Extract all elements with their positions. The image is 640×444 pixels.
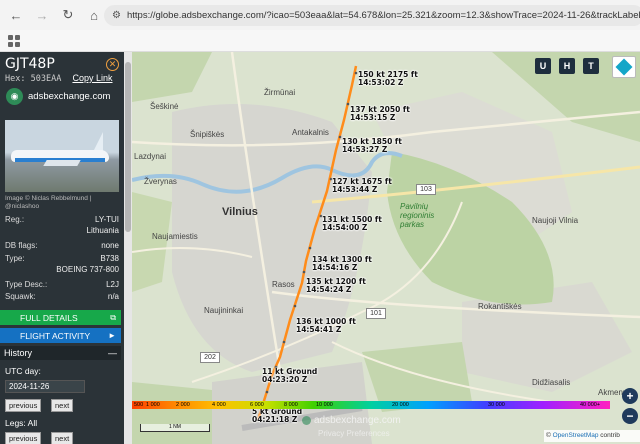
place-label: Naujininkai [204, 306, 244, 315]
track-label[interactable]: 130 kt 1850 ft 14:53:27 Z [342, 138, 402, 154]
detail-row: Reg.: LY-TUI [5, 215, 119, 224]
detail-row: Lithuania [86, 226, 119, 235]
url-text: https://globe.adsbexchange.com/?icao=503… [126, 10, 640, 21]
aircraft-photo[interactable] [5, 120, 119, 192]
full-details-button[interactable]: FULL DETAILS ⧉ [0, 310, 121, 325]
detail-row: Type: B738 [5, 254, 119, 263]
place-label: Rokantiškės [478, 302, 522, 311]
altitude-tick: 1 000 [146, 402, 160, 408]
brand-link[interactable]: adsbexchange.com [28, 91, 110, 102]
zoom-out-button[interactable]: − [622, 408, 638, 424]
map-canvas[interactable]: Žirmūnai Šeškinė Antakalnis Šnipiškės Žv… [132, 52, 640, 444]
photo-credit[interactable]: Image © Niclas Rebbelmund | @niclashoo [5, 195, 123, 211]
altitude-tick: 30 000 [488, 402, 505, 408]
next-day-button[interactable]: next [51, 399, 74, 412]
track-label[interactable]: 137 kt 2050 ft 14:53:15 Z [350, 106, 410, 122]
date-input[interactable]: 2024-11-26 [5, 380, 85, 393]
hex-label: Hex: [5, 74, 26, 84]
layers-button[interactable] [612, 56, 636, 78]
layers-icon [615, 58, 633, 76]
collapse-icon[interactable]: — [108, 346, 117, 360]
reload-icon[interactable]: ↻ [58, 5, 78, 25]
road-number: 202 [200, 352, 220, 363]
place-label: Naujamiestis [152, 232, 198, 241]
privacy-preferences-link[interactable]: Privacy Preferences [318, 429, 390, 438]
altitude-tick: 6 000 [250, 402, 264, 408]
callsign: GJT48P [5, 56, 55, 72]
detail-row: BOEING 737-800 [56, 265, 119, 274]
history-header[interactable]: History — [0, 346, 121, 360]
external-link-icon: ⧉ [110, 312, 116, 322]
adsbexchange-logo-icon[interactable]: ◉ [6, 88, 23, 105]
track-label[interactable]: 127 kt 1675 ft 14:53:44 Z [332, 178, 392, 194]
track-label[interactable]: 11 kt Ground 04:23:20 Z [262, 368, 317, 384]
track-label[interactable]: 131 kt 1500 ft 14:54:00 Z [322, 216, 382, 232]
altitude-tick: 10 000 [316, 402, 333, 408]
altitude-tick: 500 [134, 402, 144, 408]
place-label: Lazdynai [134, 152, 167, 161]
forward-icon[interactable]: → [32, 5, 52, 25]
next-leg-button[interactable]: next [51, 432, 74, 444]
home-icon[interactable]: ⌂ [84, 5, 104, 25]
site-info-icon[interactable]: ⚙ [112, 10, 121, 21]
track-label[interactable]: 135 kt 1200 ft 14:54:24 Z [306, 278, 366, 294]
altitude-legend[interactable]: 500 1 000 2 000 4 000 6 000 8 000 10 000… [132, 401, 610, 413]
hex-row: Hex: 503EAA Copy Link [5, 73, 112, 84]
legs-label: Legs: All [5, 418, 38, 428]
zoom-in-button[interactable]: + [622, 388, 638, 404]
place-label: Žirmūnai [264, 88, 296, 97]
track-label[interactable]: 136 kt 1000 ft 14:54:41 Z [296, 318, 356, 334]
close-icon[interactable]: ✕ [106, 58, 119, 71]
place-label: Rasos [272, 280, 295, 289]
hex-value: 503EAA [30, 74, 62, 84]
flight-activity-button[interactable]: FLIGHT ACTIVITY ► [0, 328, 121, 343]
road-number: 101 [366, 308, 386, 319]
t-toggle-button[interactable]: T [583, 58, 599, 74]
place-label: Vilnius [222, 206, 258, 218]
altitude-color-bar [132, 401, 610, 409]
road-number: 103 [416, 184, 436, 195]
copy-link[interactable]: Copy Link [72, 73, 112, 83]
browser-toolbar: ← → ↻ ⌂ ⚙ https://globe.adsbexchange.com… [0, 0, 640, 30]
previous-leg-button[interactable]: previous [5, 432, 42, 444]
u-toggle-button[interactable]: U [535, 58, 551, 74]
bookmarks-bar [0, 30, 640, 52]
park-label: Pavilnių regioninis parkas [400, 202, 435, 229]
place-label: Šeškinė [150, 102, 179, 111]
apps-grid-icon[interactable] [8, 35, 20, 47]
osm-link[interactable]: OpenStreetMap [553, 432, 599, 439]
altitude-tick: 2 000 [176, 402, 190, 408]
h-toggle-button[interactable]: H [559, 58, 575, 74]
detail-row: Type Desc.: L2J [5, 280, 119, 289]
utc-day-label: UTC day: [5, 366, 41, 376]
map-attribution: © OpenStreetMap contrib [544, 430, 640, 442]
track-label[interactable]: 150 kt 2175 ft 14:53:02 Z [358, 71, 418, 87]
place-label: Antakalnis [292, 128, 329, 137]
address-bar[interactable]: ⚙ https://globe.adsbexchange.com/?icao=5… [104, 5, 640, 26]
altitude-tick: 40 000+ [580, 402, 601, 408]
scale-bar: 1 NM [140, 424, 210, 432]
detail-row: DB flags: none [5, 241, 119, 250]
track-label[interactable]: 134 kt 1300 ft 14:54:16 Z [312, 256, 372, 272]
sidebar-scrollbar[interactable] [124, 52, 132, 444]
altitude-tick: 4 000 [212, 402, 226, 408]
place-label: Didžiasalis [532, 378, 571, 387]
place-label: Šnipiškės [190, 130, 225, 139]
altitude-tick: 8 000 [284, 402, 298, 408]
place-label: Žverynas [144, 177, 177, 186]
aircraft-info-panel: GJT48P ✕ Hex: 503EAA Copy Link ◉ adsbexc… [0, 52, 124, 444]
place-label: Naujoji Vilnia [532, 216, 579, 225]
watermark: adsbexchange.com [302, 415, 401, 426]
altitude-tick: 20 000 [392, 402, 409, 408]
previous-day-button[interactable]: previous [5, 399, 42, 412]
chevron-right-icon: ► [108, 331, 116, 340]
detail-row: Squawk: n/a [5, 292, 119, 301]
back-icon[interactable]: ← [6, 5, 26, 25]
